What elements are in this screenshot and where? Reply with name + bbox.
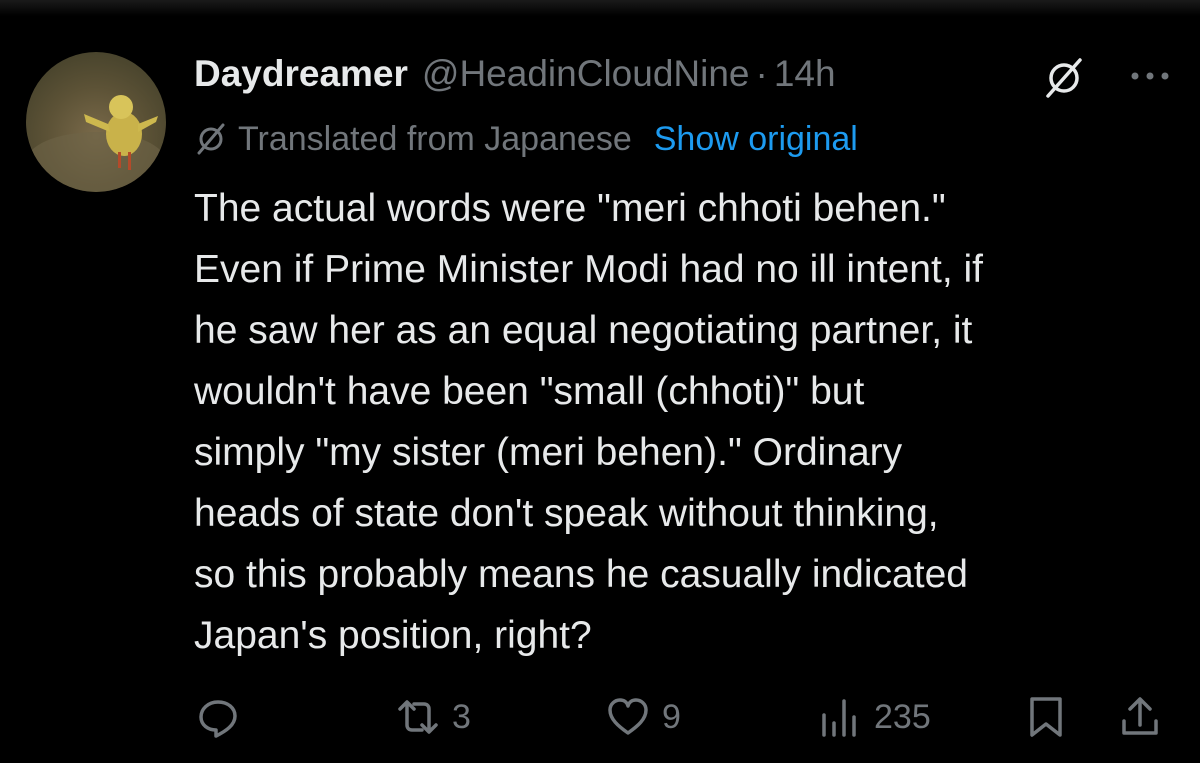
timestamp[interactable]: 14h <box>774 52 836 96</box>
tweet-text-line: The actual words were "meri chhoti behen… <box>194 187 946 230</box>
retweet-count: 3 <box>452 697 471 736</box>
avatar[interactable] <box>26 52 166 192</box>
display-name[interactable]: Daydreamer <box>194 52 408 96</box>
action-bar: 3 9 235 <box>0 690 1200 744</box>
bookmark-button[interactable] <box>1024 690 1068 744</box>
share-button[interactable] <box>1118 690 1162 744</box>
tweet-text-line: so this probably means he casually indic… <box>194 553 968 596</box>
avatar-duckling-image <box>26 95 166 192</box>
reply-button[interactable] <box>196 690 240 744</box>
views-button[interactable]: 235 <box>818 690 931 744</box>
retweet-button[interactable]: 3 <box>396 690 471 744</box>
separator-dot: · <box>755 53 768 94</box>
show-original-link[interactable]: Show original <box>654 120 858 159</box>
translate-grok-icon <box>197 123 225 155</box>
tweet-text: The actual words were "meri chhoti behen… <box>194 178 1184 666</box>
tweet-text-line: Even if Prime Minister Modi had no ill i… <box>194 248 983 291</box>
tweet-text-line: simply "my sister (meri behen)." Ordinar… <box>194 431 903 474</box>
tweet-text-line: wouldn't have been "small (chhoti)" but <box>194 370 865 413</box>
tweet-text-line: Japan's position, right? <box>194 614 592 657</box>
tweet-header: Daydreamer @HeadinCloudNine · 14h <box>194 52 836 96</box>
grok-icon[interactable] <box>1042 56 1086 100</box>
translated-label: Translated from Japanese <box>238 119 632 158</box>
top-divider <box>0 0 1200 16</box>
retweet-icon <box>398 700 438 734</box>
like-count: 9 <box>662 697 681 736</box>
translation-bar: Translated from Japanese Show original <box>194 116 858 162</box>
bookmark-icon <box>1030 697 1062 737</box>
user-handle[interactable]: @HeadinCloudNine <box>422 52 750 96</box>
like-button[interactable]: 9 <box>606 690 681 744</box>
tweet-text-line: heads of state don't speak without think… <box>194 492 939 535</box>
views-icon <box>822 699 856 737</box>
share-icon <box>1122 697 1158 735</box>
reply-icon <box>199 700 237 738</box>
heart-icon <box>608 698 648 735</box>
tweet-text-line: he saw her as an equal negotiating partn… <box>194 309 973 352</box>
views-count: 235 <box>874 697 931 736</box>
more-options-icon[interactable] <box>1128 66 1172 86</box>
